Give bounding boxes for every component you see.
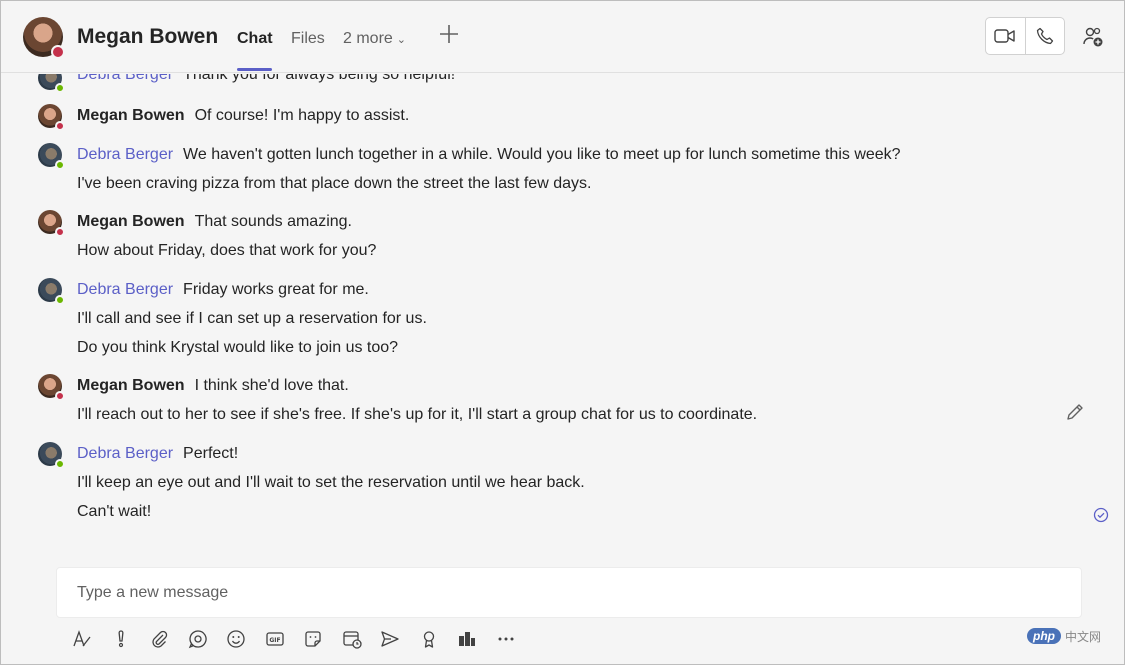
message-text: Perfect! [183,445,239,462]
active-tab-indicator [237,68,272,71]
sender-name[interactable]: Debra Berger [77,74,173,83]
sender-name[interactable]: Debra Berger [77,445,173,462]
avatar[interactable] [38,210,65,237]
apps-icon [459,632,476,646]
message-text: I think she'd love that. [194,377,349,394]
presence-available-icon [55,83,65,93]
compose-toolbar: GIF [63,627,525,651]
chat-title: Megan Bowen [77,25,219,48]
loop-button[interactable] [179,627,218,651]
sender-name[interactable]: Megan Bowen [77,213,185,230]
message-text: I'll keep an eye out and I'll wait to se… [77,474,585,491]
message-compose-box[interactable] [56,567,1082,618]
pencil-icon [1067,404,1083,420]
tab-files[interactable]: Files [291,30,325,48]
format-icon [73,630,91,647]
gif-icon: GIF [266,632,284,646]
presence-busy-icon [55,121,65,131]
message-text: Of course! I'm happy to assist. [194,107,410,124]
message-text: Friday works great for me. [183,281,369,298]
tab-more[interactable]: 2 more ⌄ [343,30,406,48]
avatar[interactable] [38,143,65,170]
sender-name[interactable]: Megan Bowen [77,377,185,394]
teams-chat-window: Megan Bowen Chat Files 2 more ⌄ Debra Be… [0,0,1125,665]
format-button[interactable] [63,627,102,651]
attach-icon [152,630,168,648]
message-list[interactable]: Debra Berger Thank you for always being s… [1,74,1124,554]
message-text: I'll reach out to her to see if she's fr… [77,406,758,423]
important-icon [118,630,124,648]
sender-name[interactable]: Debra Berger [77,146,173,163]
tab-chat[interactable]: Chat [237,30,273,48]
avatar[interactable] [38,278,65,305]
message-input[interactable] [77,581,1057,605]
sticker-icon [305,631,321,647]
schedule-meeting-icon [343,631,362,649]
message-text: Thank you for always being so helpful! [183,74,456,83]
gif-button[interactable]: GIF [256,627,295,651]
message-text: That sounds amazing. [194,213,352,230]
video-camera-icon [994,29,1016,43]
more-options-button[interactable] [487,627,526,651]
phone-icon [1036,27,1054,45]
message-text: How about Friday, does that work for you… [77,242,377,259]
avatar[interactable] [38,442,65,469]
send-button[interactable] [371,627,410,651]
tab-more-label: 2 more [343,30,393,47]
audio-call-button[interactable] [1024,18,1064,54]
call-button-group [985,17,1065,55]
loop-icon [188,630,207,649]
presence-busy-icon [55,227,65,237]
message-text: We haven't gotten lunch together in a wh… [183,146,901,163]
emoji-icon [227,630,245,648]
message-text: Do you think Krystal would like to join … [77,339,399,356]
watermark: php 中文网 [1027,623,1117,649]
send-icon [381,631,399,647]
message-text: Can't wait! [77,503,152,520]
read-receipt-icon [1093,507,1109,523]
more-icon [498,637,514,641]
presence-busy-icon [51,45,65,59]
watermark-logo: php [1027,628,1061,644]
add-people-button[interactable] [1079,23,1107,51]
presence-available-icon [55,459,65,469]
edit-message-button[interactable] [1064,401,1086,423]
add-people-icon [1083,27,1103,47]
message-text: I'll call and see if I can set up a rese… [77,310,427,327]
video-call-button[interactable] [986,18,1025,54]
praise-button[interactable] [410,627,449,651]
emoji-button[interactable] [217,627,256,651]
message-text: I've been craving pizza from that place … [77,175,592,192]
chat-header: Megan Bowen Chat Files 2 more ⌄ [1,1,1124,73]
avatar[interactable] [38,74,65,93]
plus-icon[interactable] [437,23,461,47]
avatar[interactable] [38,104,65,131]
presence-available-icon [55,295,65,305]
watermark-text: 中文网 [1065,629,1102,644]
presence-available-icon [55,160,65,170]
avatar[interactable] [38,374,65,401]
sticker-button[interactable] [294,627,333,651]
avatar[interactable] [23,17,65,59]
schedule-meeting-button[interactable] [333,627,372,651]
apps-button[interactable] [448,627,487,651]
chevron-down-icon: ⌄ [396,34,407,46]
svg-text:GIF: GIF [269,637,280,644]
praise-icon [423,631,434,648]
sender-name[interactable]: Debra Berger [77,281,173,298]
important-button[interactable] [102,627,141,651]
presence-busy-icon [55,391,65,401]
attach-button[interactable] [140,627,179,651]
sender-name[interactable]: Megan Bowen [77,107,185,124]
